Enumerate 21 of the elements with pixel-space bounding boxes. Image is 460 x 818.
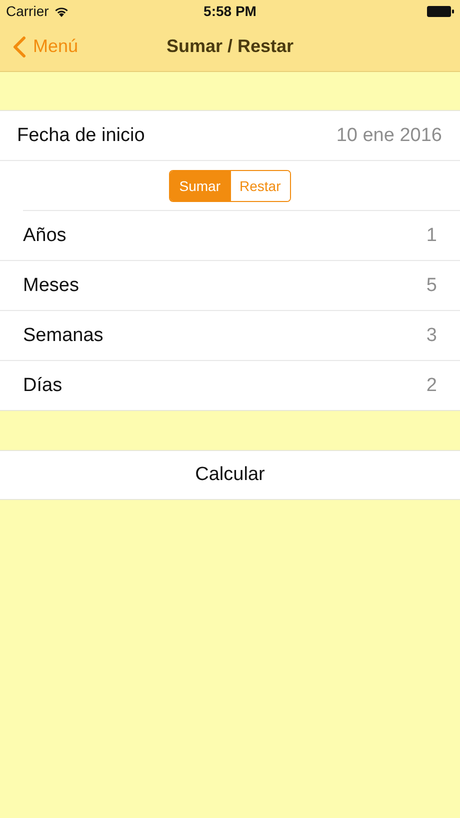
row-label: Años	[23, 224, 66, 246]
row-value: 1	[426, 224, 437, 246]
calculate-button[interactable]: Calcular	[0, 450, 460, 500]
screen-title: Sumar / Restar	[165, 36, 295, 57]
row-value: 2	[426, 374, 437, 396]
status-time: 5:58 PM	[204, 3, 256, 19]
date-value: 10 ene 2016	[336, 124, 442, 146]
segment-tab[interactable]: Restar	[230, 170, 290, 200]
row-label: Fecha de inicio	[17, 124, 145, 146]
row-value: 5	[426, 274, 437, 296]
row-label: Días	[23, 374, 62, 396]
row-label: Semanas	[23, 324, 104, 346]
back-chevron-icon	[13, 36, 26, 58]
start-date-row[interactable]: Fecha de inicio 10 ene 2016	[0, 111, 460, 161]
wifi-icon	[54, 6, 69, 16]
row-value: 3	[426, 324, 437, 346]
back-button[interactable]: Menú	[0, 36, 78, 58]
carrier-name: Carrier	[6, 3, 49, 19]
battery-icon	[426, 6, 454, 16]
row-label: Meses	[23, 274, 79, 296]
segment-tab[interactable]: Sumar	[170, 170, 230, 200]
